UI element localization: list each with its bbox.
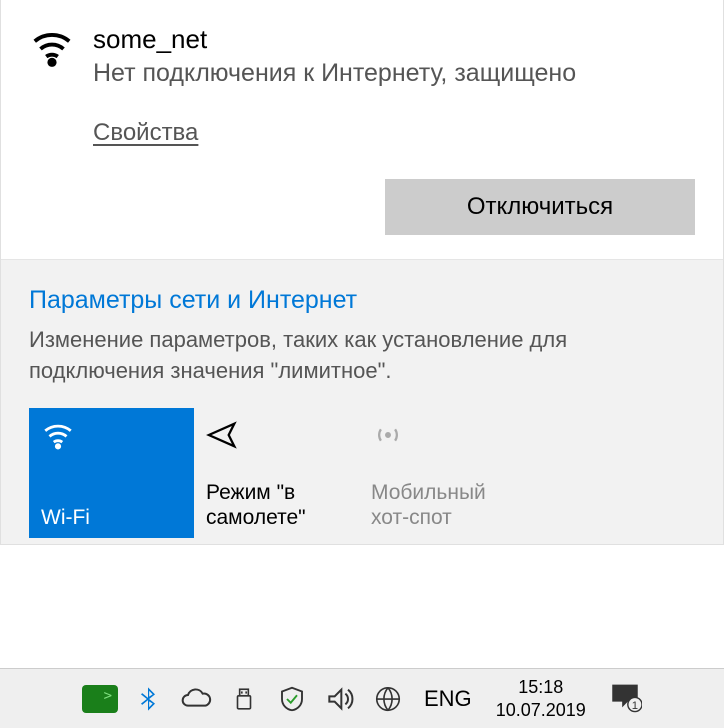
- tile-wifi[interactable]: Wi-Fi: [29, 408, 194, 538]
- clock[interactable]: 15:18 10.07.2019: [490, 676, 592, 721]
- network-flyout: some_net Нет подключения к Интернету, за…: [0, 0, 724, 545]
- svg-text:1: 1: [632, 700, 638, 712]
- wifi-icon: [41, 418, 181, 454]
- language-indicator[interactable]: ENG: [418, 686, 478, 712]
- tile-wifi-label: Wi-Fi: [41, 505, 181, 530]
- quick-tiles: Wi-Fi Режим "в самолете": [29, 408, 695, 538]
- settings-description: Изменение параметров, таких как установл…: [29, 325, 695, 387]
- tile-hotspot-label: Мобильный хот-спот: [371, 480, 511, 530]
- network-settings-section: Параметры сети и Интернет Изменение пара…: [1, 259, 723, 545]
- network-status: Нет подключения к Интернету, защищено: [93, 57, 695, 91]
- terminal-tray-icon[interactable]: [82, 681, 118, 717]
- settings-link[interactable]: Параметры сети и Интернет: [29, 286, 695, 315]
- hotspot-icon: [371, 418, 511, 454]
- bluetooth-icon[interactable]: [130, 681, 166, 717]
- network-ssid: some_net: [93, 24, 695, 55]
- wifi-icon: [29, 24, 75, 161]
- volume-icon[interactable]: [322, 681, 358, 717]
- security-icon[interactable]: [274, 681, 310, 717]
- tile-airplane[interactable]: Режим "в самолете": [194, 408, 359, 538]
- onedrive-icon[interactable]: [178, 681, 214, 717]
- clock-time: 15:18: [496, 676, 586, 699]
- connection-details: some_net Нет подключения к Интернету, за…: [93, 24, 695, 161]
- usb-eject-icon[interactable]: [226, 681, 262, 717]
- button-row: Отключиться: [1, 179, 723, 259]
- network-tray-icon[interactable]: [370, 681, 406, 717]
- tile-hotspot[interactable]: Мобильный хот-спот: [359, 408, 524, 538]
- clock-date: 10.07.2019: [496, 699, 586, 722]
- connected-network: some_net Нет подключения к Интернету, за…: [1, 0, 723, 179]
- airplane-icon: [206, 418, 346, 454]
- disconnect-button[interactable]: Отключиться: [385, 179, 695, 235]
- notifications-icon[interactable]: 1: [608, 679, 642, 718]
- properties-link[interactable]: Свойства: [93, 119, 198, 147]
- tile-airplane-label: Режим "в самолете": [206, 480, 346, 530]
- taskbar: ENG 15:18 10.07.2019 1: [0, 668, 724, 728]
